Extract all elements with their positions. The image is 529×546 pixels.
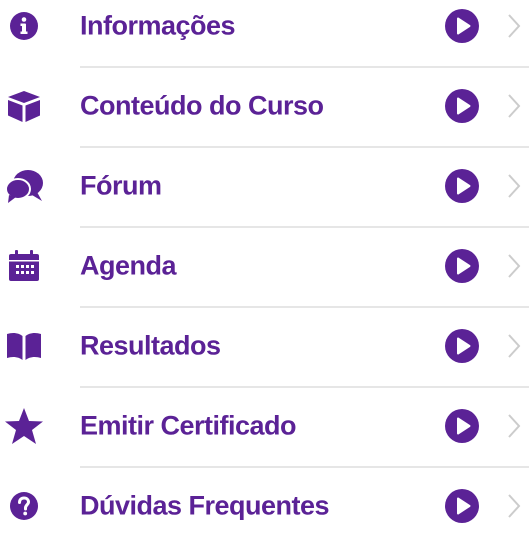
play-circle-icon[interactable] — [444, 248, 480, 284]
play-circle-icon[interactable] — [444, 168, 480, 204]
chevron-right-icon — [507, 253, 521, 279]
star-icon — [0, 402, 48, 450]
menu-item-conteudo-do-curso[interactable]: Conteúdo do Curso — [0, 66, 529, 146]
menu-item-resultados[interactable]: Resultados — [0, 306, 529, 386]
calendar-icon — [0, 242, 48, 290]
menu-item-label: Emitir Certificado — [80, 410, 297, 441]
chevron-right-icon — [507, 173, 521, 199]
play-circle-icon[interactable] — [444, 488, 480, 524]
cube-icon — [0, 82, 48, 130]
menu-item-agenda[interactable]: Agenda — [0, 226, 529, 306]
play-circle-icon[interactable] — [444, 328, 480, 364]
menu-item-label: Informações — [80, 10, 236, 41]
menu-item-emitir-certificado[interactable]: Emitir Certificado — [0, 386, 529, 466]
menu-item-label: Conteúdo do Curso — [80, 90, 324, 121]
question-icon — [0, 482, 48, 530]
play-circle-icon[interactable] — [444, 8, 480, 44]
chevron-right-icon — [507, 413, 521, 439]
chevron-right-icon — [507, 93, 521, 119]
menu-item-label: Resultados — [80, 330, 221, 361]
menu-item-label: Dúvidas Frequentes — [80, 490, 330, 521]
menu-item-informacoes[interactable]: Informações — [0, 0, 529, 66]
play-circle-icon[interactable] — [444, 408, 480, 444]
chevron-right-icon — [507, 493, 521, 519]
info-icon — [0, 2, 48, 50]
menu-item-label: Fórum — [80, 170, 162, 201]
play-circle-icon[interactable] — [444, 88, 480, 124]
menu-item-duvidas-frequentes[interactable]: Dúvidas Frequentes — [0, 466, 529, 546]
open-book-icon — [0, 322, 48, 370]
chevron-right-icon — [507, 333, 521, 359]
course-menu: Informações Conteúdo do Curso Fórum Agen… — [0, 0, 529, 527]
chevron-right-icon — [507, 13, 521, 39]
menu-item-label: Agenda — [80, 250, 177, 281]
menu-item-forum[interactable]: Fórum — [0, 146, 529, 226]
chat-bubbles-icon — [0, 162, 48, 210]
